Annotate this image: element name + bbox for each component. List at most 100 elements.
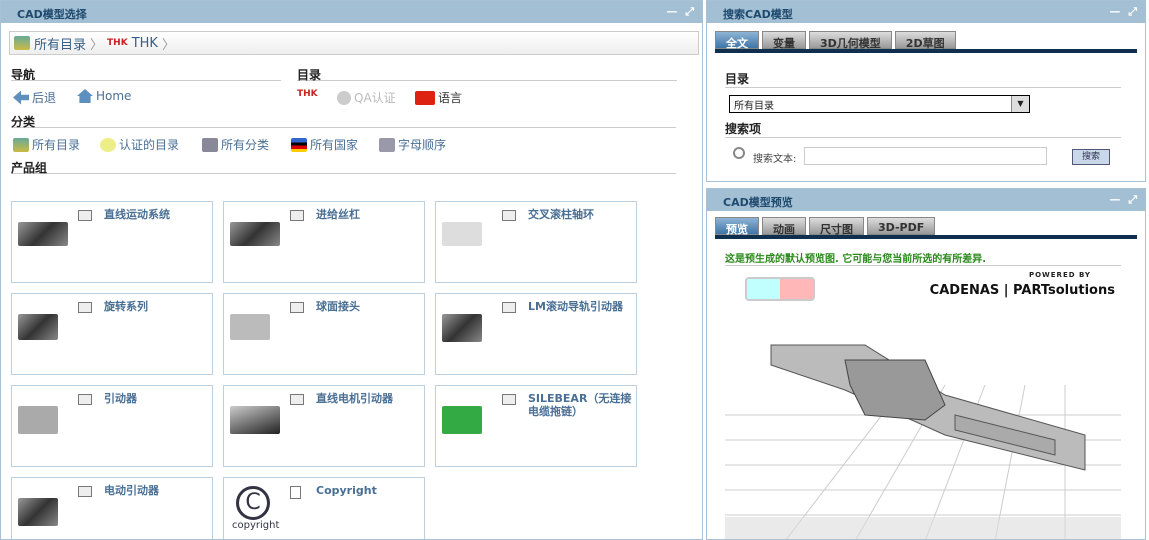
product-thumbnail [18, 222, 68, 246]
tab-3d-geometry[interactable]: 3D几何模型 [809, 31, 892, 50]
search-cad-panel: 搜索CAD模型 — ⤢ 全文 变量 3D几何模型 2D草图 目录 所有目录 ▼ 搜… [706, 0, 1146, 182]
product-label[interactable]: 球面接头 [316, 300, 421, 313]
breadcrumb-thk[interactable]: THK [132, 36, 158, 51]
catalog-select-value: 所有目录 [734, 101, 774, 112]
tab-preview[interactable]: 预览 [715, 217, 759, 236]
tab-variables[interactable]: 变量 [762, 31, 806, 50]
product-tile[interactable]: 进给丝杠 [223, 201, 425, 283]
product-tile[interactable]: SILEBEAR（无连接电缆拖链） [435, 385, 637, 467]
product-tile[interactable]: 引动器 [11, 385, 213, 467]
language-label: 语言 [438, 91, 463, 105]
thk-logo-icon: THK [107, 38, 128, 48]
language-link[interactable]: 语言 [415, 89, 462, 106]
category-label: 所有国家 [310, 138, 359, 152]
product-thumbnail [230, 406, 280, 434]
category-alphabetical[interactable]: 字母顺序 [379, 136, 446, 153]
product-label[interactable]: SILEBEAR（无连接电缆拖链） [528, 392, 633, 418]
product-tile[interactable]: 球面接头 [223, 293, 425, 375]
folder-icon [502, 210, 516, 221]
category-all-countries[interactable]: 所有国家 [291, 136, 358, 153]
tab-dimension-drawing[interactable]: 尺寸图 [809, 217, 864, 236]
window-controls[interactable]: — ⤢ [1109, 193, 1139, 207]
folder-icon [502, 302, 516, 313]
folder-icon [78, 210, 92, 221]
back-arrow-icon [13, 90, 29, 105]
product-label[interactable]: 直线电机引动器 [316, 392, 421, 405]
panel-title: CAD模型选择 [17, 8, 87, 21]
panel-header: CAD模型预览 — ⤢ [707, 189, 1145, 211]
category-all-classes[interactable]: 所有分类 [202, 136, 269, 153]
cad-preview-panel: CAD模型预览 — ⤢ 预览 动画 尺寸图 3D-PDF 这是预生成的默认预览图.… [706, 188, 1146, 540]
cad-model-selection-panel: CAD模型选择 — ⤢ 所有目录〉 THK THK 〉 导航 目录 后退 Home … [0, 0, 703, 540]
folder-icon [78, 394, 92, 405]
product-label[interactable]: 电动引动器 [104, 484, 209, 497]
chevron-icon: 〉 [90, 37, 104, 53]
tab-full-text[interactable]: 全文 [715, 31, 759, 50]
back-link[interactable]: 后退 [13, 89, 56, 106]
category-all-catalogs[interactable]: 所有目录 [13, 136, 80, 153]
product-thumbnail [442, 406, 482, 434]
folder-icon [290, 302, 304, 313]
product-label[interactable]: 引动器 [104, 392, 209, 405]
chevron-down-icon[interactable]: ▼ [1011, 96, 1029, 112]
window-controls[interactable]: — ⤢ [1109, 5, 1139, 19]
folder-icon [290, 210, 304, 221]
product-tile[interactable]: LM滚动导轨引动器 [435, 293, 637, 375]
product-thumbnail [442, 222, 482, 246]
viewer-toolbar[interactable] [725, 517, 1121, 539]
search-input[interactable] [804, 147, 1047, 165]
product-tile[interactable]: 旋转系列 [11, 293, 213, 375]
preview-viewer[interactable]: POWERED BY CADENAS | PARTsolutions [725, 265, 1121, 539]
product-tile[interactable]: 直线运动系统 [11, 201, 213, 283]
folder-icon [78, 486, 92, 497]
breadcrumb-all-catalogs[interactable]: 所有目录 [34, 34, 86, 53]
tab-3d-pdf[interactable]: 3D-PDF [867, 217, 936, 235]
nav-heading: 导航 [11, 66, 281, 82]
product-tile[interactable]: 交叉滚柱轴环 [435, 201, 637, 283]
copyright-icon: C [236, 486, 270, 520]
folder-icon [502, 394, 516, 405]
qa-label: QA认证 [354, 91, 396, 105]
product-thumbnail [230, 222, 280, 246]
category-certified[interactable]: 认证的目录 [100, 136, 179, 153]
powered-by-label: POWERED BY [1028, 271, 1091, 279]
rail-3d-model [725, 344, 1121, 539]
thk-catalog-logo[interactable]: THK [297, 89, 318, 99]
product-thumbnail [442, 314, 482, 342]
product-tile[interactable]: 直线电机引动器 [223, 385, 425, 467]
window-controls[interactable]: — ⤢ [666, 5, 696, 19]
search-button[interactable]: 搜索 [1072, 149, 1110, 165]
product-label[interactable]: LM滚动导轨引动器 [528, 300, 633, 313]
classification-icon [202, 137, 218, 152]
qa-cert-link[interactable]: QA认证 [337, 89, 396, 106]
catalog-heading: 目录 [297, 66, 677, 82]
folder-icon [290, 394, 304, 405]
product-label[interactable]: Copyright [316, 484, 421, 497]
category-label: 所有分类 [221, 138, 270, 152]
tab-animation[interactable]: 动画 [762, 217, 806, 236]
product-tile[interactable]: 电动引动器 [11, 477, 213, 539]
category-label: 认证的目录 [119, 138, 180, 152]
chevron-icon: 〉 [161, 37, 175, 53]
product-tile[interactable]: C copyright Copyright [223, 477, 425, 539]
cadenas-logo: CADENAS | PARTsolutions [929, 283, 1115, 298]
product-thumbnail [18, 406, 58, 434]
product-label[interactable]: 进给丝杠 [316, 208, 421, 221]
category-heading: 分类 [11, 113, 676, 129]
back-label: 后退 [32, 91, 57, 105]
qa-badge-icon [337, 90, 351, 105]
catalog-select[interactable]: 所有目录 ▼ [729, 95, 1030, 113]
product-thumbnail [18, 314, 58, 340]
document-icon [290, 486, 301, 499]
abc-icon [379, 137, 395, 152]
home-link[interactable]: Home [77, 89, 131, 103]
preview-notice: 这是预生成的默认预览图. 它可能与您当前所选的有所差异. [725, 250, 1121, 266]
3d-glasses-icon [745, 277, 815, 301]
panel-header: CAD模型选择 — ⤢ [1, 1, 702, 23]
tab-2d-sketch[interactable]: 2D草图 [894, 31, 956, 50]
folder-icon [78, 302, 92, 313]
product-label[interactable]: 直线运动系统 [104, 208, 209, 221]
product-label[interactable]: 交叉滚柱轴环 [528, 208, 633, 221]
product-label[interactable]: 旋转系列 [104, 300, 209, 313]
product-thumbnail [230, 314, 270, 340]
